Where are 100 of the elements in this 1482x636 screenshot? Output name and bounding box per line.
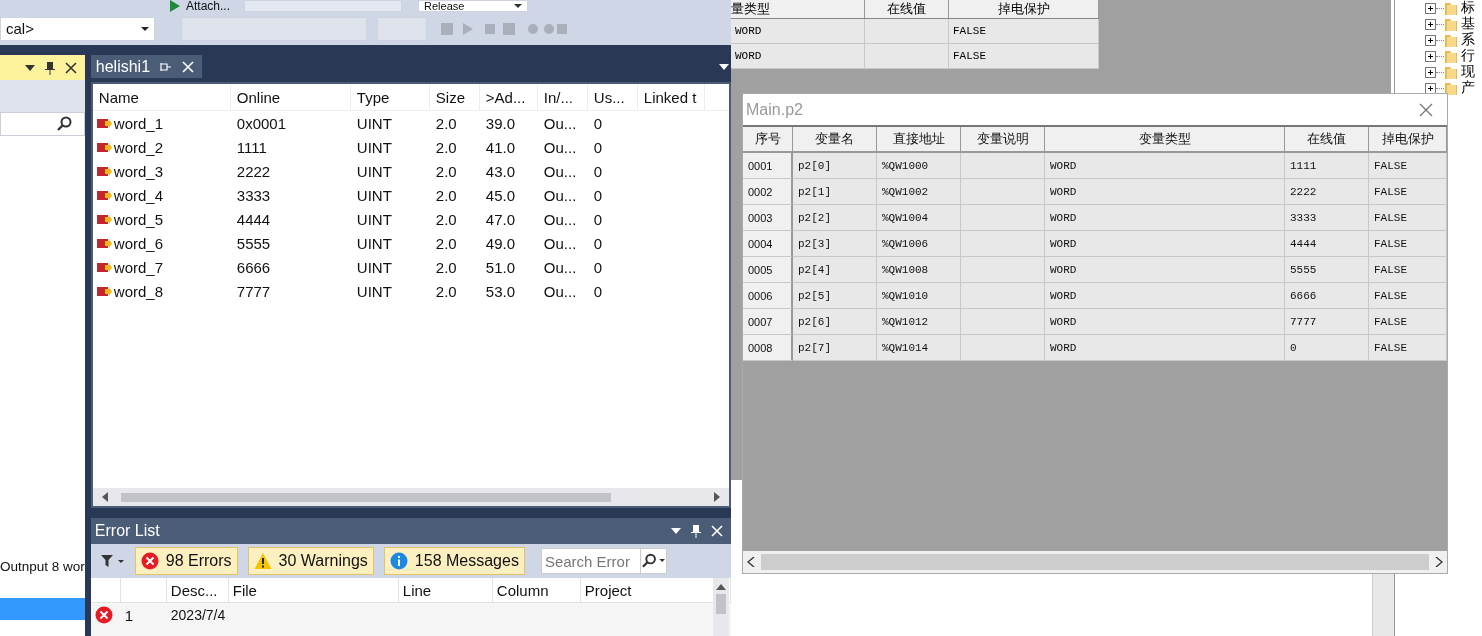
filter-button[interactable]: 158 Messages [383, 547, 525, 575]
table-cell: 7777 [236, 282, 271, 300]
arrow-left-icon[interactable] [747, 557, 755, 567]
column-header[interactable]: In/... [537, 84, 588, 110]
table-cell: 41.0 [485, 138, 515, 156]
table-cell: 2.0 [435, 162, 457, 180]
vertical-scrollbar[interactable] [712, 578, 729, 636]
table-cell: p2[4] [793, 257, 877, 283]
pin-icon [160, 61, 173, 72]
column-header[interactable]: >Ad... [479, 84, 538, 110]
table-cell: %QW1012 [877, 309, 961, 335]
platform-dropdown[interactable]: cal> [0, 16, 155, 41]
table-cell: 6666 [236, 258, 271, 276]
arrow-right-icon[interactable] [1435, 557, 1443, 567]
column-header[interactable]: 在线值 [1285, 127, 1369, 153]
table-cell: 4444 [236, 210, 271, 228]
column-header: 在线值 [865, 0, 949, 18]
play-icon[interactable] [170, 0, 180, 12]
column-header[interactable]: 变量类型 [1045, 127, 1285, 153]
search-icon[interactable] [640, 548, 667, 574]
table-cell: Ou... [543, 186, 577, 204]
table-cell: 0 [593, 186, 603, 204]
filter-button[interactable]: 30 Warnings [247, 547, 374, 575]
column-header[interactable]: 直接地址 [877, 127, 961, 153]
table-cell: 2.0 [435, 282, 457, 300]
table-cell: 7777 [1285, 309, 1369, 335]
arrow-left-icon[interactable] [100, 492, 109, 502]
expander-icon[interactable] [1425, 18, 1436, 30]
attach-label[interactable]: Attach... [186, 0, 231, 12]
tree-item[interactable]: 产 [1461, 79, 1475, 97]
tree-item[interactable]: 基 [1461, 15, 1475, 33]
column-header[interactable]: Size [429, 84, 480, 110]
table-cell: FALSE [949, 44, 1099, 68]
column-header[interactable]: Name [92, 84, 231, 110]
table-cell: 2.0 [435, 234, 457, 252]
column-header[interactable]: Us... [587, 84, 638, 110]
table-cell: Ou... [543, 162, 577, 180]
tree-item[interactable]: 系 [1461, 31, 1475, 49]
table-cell: UINT [356, 282, 392, 300]
dropdown-icon[interactable] [514, 4, 523, 8]
table-cell: FALSE [949, 19, 1099, 43]
column-header[interactable]: Linked t [637, 84, 705, 110]
expander-icon[interactable] [1425, 66, 1436, 78]
variable-icon [96, 213, 112, 225]
expander-icon[interactable] [1425, 34, 1436, 46]
table-cell: 49.0 [485, 234, 515, 252]
expander-icon[interactable] [1425, 50, 1436, 62]
dropdown-icon[interactable] [24, 64, 35, 71]
panel-title: Error List [94, 522, 160, 540]
table-cell: UINT [356, 234, 392, 252]
dropdown-icon[interactable] [141, 26, 149, 31]
column-header[interactable]: Line [398, 578, 493, 602]
table-cell: FALSE [1369, 231, 1447, 257]
tree-item[interactable]: 行 [1461, 47, 1475, 65]
tree-item[interactable]: 现 [1461, 63, 1475, 81]
column-header: 掉电保护 [949, 0, 1099, 18]
table-cell: %QW1004 [877, 205, 961, 231]
column-header[interactable]: 变量说明 [961, 127, 1045, 153]
filter-button[interactable]: 98 Errors [134, 547, 238, 575]
search-field[interactable] [0, 112, 85, 136]
table-cell: 2.0 [435, 138, 457, 156]
table-cell: 3333 [236, 186, 271, 204]
expander-icon[interactable] [1425, 82, 1436, 94]
column-header[interactable]: Type [350, 84, 430, 110]
folder-icon [1444, 32, 1458, 48]
table-cell: %QW1010 [877, 283, 961, 309]
table-cell: WORD [731, 44, 865, 68]
pin-icon[interactable] [44, 60, 55, 75]
table-cell: 0005 [743, 257, 793, 283]
table-cell: 2.0 [435, 186, 457, 204]
table-cell: 0007 [743, 309, 793, 335]
tree-item[interactable]: 标 [1461, 0, 1475, 17]
table-cell: 5555 [236, 234, 271, 252]
table-cell: WORD [1045, 231, 1285, 257]
arrow-right-icon[interactable] [712, 492, 721, 502]
configuration-dropdown[interactable]: Release [418, 0, 529, 12]
column-header[interactable]: Column [492, 578, 581, 602]
arrow-up-icon[interactable] [715, 584, 726, 590]
pin-icon[interactable] [690, 524, 701, 538]
table-cell: %QW1002 [877, 179, 961, 205]
variable-icon [96, 117, 112, 129]
column-header[interactable]: Online [230, 84, 351, 110]
column-header[interactable]: 掉电保护 [1369, 127, 1447, 153]
horizontal-scrollbar[interactable] [92, 488, 729, 506]
table-cell: 0 [593, 282, 603, 300]
search-field[interactable]: Search Error [540, 548, 641, 574]
column-header[interactable]: 变量名 [793, 127, 877, 153]
table-cell: Ou... [543, 210, 577, 228]
dropdown-icon[interactable] [670, 528, 681, 534]
column-header[interactable]: File [228, 578, 399, 602]
filter-icon[interactable] [100, 554, 125, 568]
table-cell: 0001 [743, 153, 793, 179]
dropdown-icon[interactable] [718, 63, 729, 70]
table-cell: p2[6] [793, 309, 877, 335]
column-header[interactable]: Desc... [166, 578, 229, 602]
close-icon[interactable] [64, 61, 77, 74]
expander-icon[interactable] [1425, 2, 1436, 14]
document-tab[interactable]: helishi1 [90, 55, 203, 78]
horizontal-scrollbar[interactable] [743, 551, 1447, 573]
variable-icon [96, 285, 112, 297]
